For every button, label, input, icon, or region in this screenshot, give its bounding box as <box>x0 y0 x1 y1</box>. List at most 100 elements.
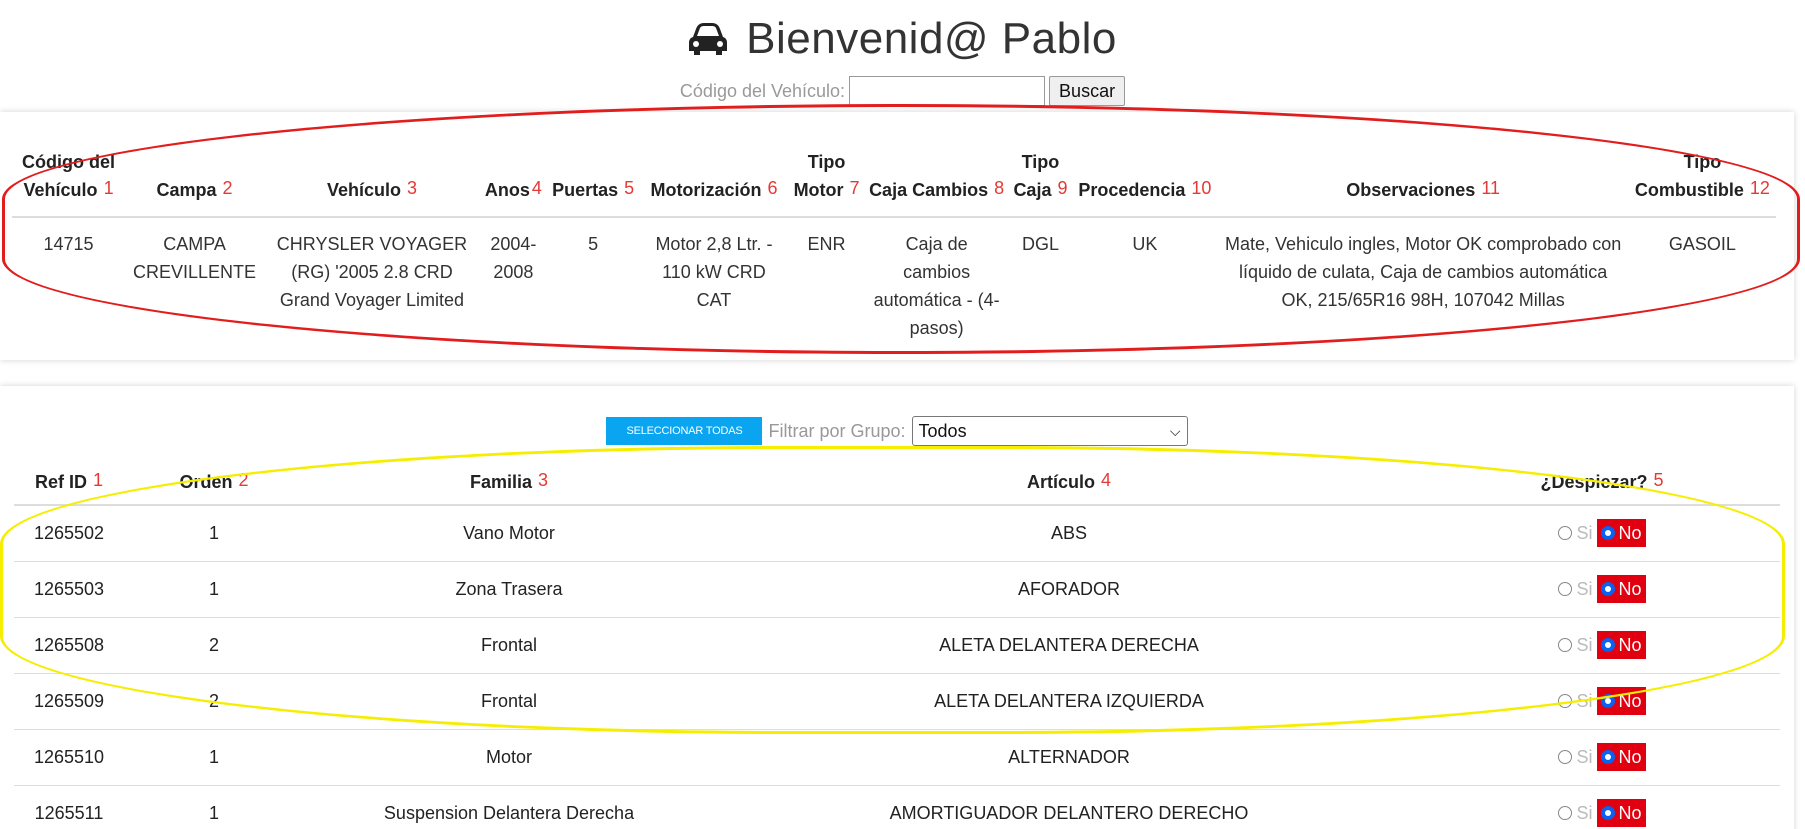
cell-familia: Motor <box>304 729 714 786</box>
cell-despiezar: Si No <box>1424 505 1780 562</box>
cell-orden: 1 <box>124 561 304 618</box>
cell-ref: 1265510 <box>14 729 124 786</box>
radio-no[interactable]: No <box>1596 575 1646 603</box>
cell-ref: 1265503 <box>14 561 124 618</box>
radio-unchecked-icon <box>1558 582 1573 596</box>
cell-despiezar: Si No <box>1424 785 1780 829</box>
radio-si[interactable]: Si <box>1558 691 1593 712</box>
radio-checked-icon <box>1600 694 1615 708</box>
radio-unchecked-icon <box>1558 694 1573 708</box>
chevron-down-icon: ⌵ <box>1169 422 1181 439</box>
radio-checked-icon <box>1600 526 1615 541</box>
col-procedencia: Procedencia 10 <box>1072 142 1218 218</box>
vehicle-code-input[interactable] <box>849 76 1046 106</box>
cell-articulo: ALETA DELANTERA IZQUIERDA <box>714 673 1424 730</box>
select-all-button[interactable]: SELECCIONAR TODAS <box>606 417 763 445</box>
cell-orden: 1 <box>124 505 304 562</box>
col-codigo: Código del Vehículo 1 <box>12 142 126 218</box>
group-filter-select[interactable]: Todos ⌵ <box>911 416 1188 446</box>
page-header: Bienvenid@ Pablo <box>0 14 1805 64</box>
cell-despiezar: Si No <box>1424 729 1780 786</box>
group-filter-value: Todos <box>918 420 967 441</box>
cell-familia: Zona Trasera <box>304 561 714 618</box>
cell-ref: 1265509 <box>14 673 124 730</box>
parts-header-row: Ref ID 1 Orden 2 Familia 3 Artículo 4 ¿Despi… <box>14 454 1780 506</box>
search-label: Código del Vehículo: <box>679 80 846 101</box>
cell-familia: Frontal <box>304 617 714 674</box>
radio-no[interactable]: No <box>1596 687 1646 715</box>
col-despiezar: ¿Despiezar? 5 <box>1424 454 1780 506</box>
cell-orden: 2 <box>124 617 304 674</box>
radio-no[interactable]: No <box>1596 631 1646 659</box>
despiezar-radio-group: Si No <box>1558 799 1646 827</box>
radio-unchecked-icon <box>1558 526 1573 541</box>
cell-ref: 1265511 <box>14 785 124 829</box>
vehicle-table: Código del Vehículo 1 Campa 2 Vehículo 3 An… <box>12 142 1776 354</box>
despiezar-radio-group: Si No <box>1558 631 1646 659</box>
cell-ref: 1265508 <box>14 617 124 674</box>
radio-si[interactable]: Si <box>1558 803 1593 824</box>
col-vehiculo: Vehículo 3 <box>263 142 480 218</box>
cell-motorizacion: Motor 2,8 Ltr. - 110 kW CRD CAT <box>655 234 773 310</box>
radio-checked-icon <box>1600 638 1615 652</box>
radio-checked-icon <box>1600 806 1615 820</box>
col-ref-id: Ref ID 1 <box>14 454 124 506</box>
radio-no[interactable]: No <box>1596 799 1646 827</box>
despiezar-radio-group: Si No <box>1558 743 1646 771</box>
filter-controls: SELECCIONAR TODAS Filtrar por Grupo: Tod… <box>0 416 1794 446</box>
cell-orden: 1 <box>124 785 304 829</box>
radio-si[interactable]: Si <box>1558 523 1593 544</box>
radio-unchecked-icon <box>1558 750 1573 764</box>
cell-codigo: 14715 <box>43 234 94 254</box>
radio-si[interactable]: Si <box>1558 747 1593 768</box>
col-anos: Anos 4 <box>479 142 547 218</box>
vehicle-row: 14715 CAMPA CREVILLENTE CHRYSLER VOYAGER… <box>12 217 1776 354</box>
search-bar: Código del Vehículo: Buscar <box>0 76 1805 106</box>
cell-vehiculo: CHRYSLER VOYAGER (RG) '2005 2.8 CRD Gran… <box>276 234 468 310</box>
cell-familia: Frontal <box>304 673 714 730</box>
cell-orden: 1 <box>124 729 304 786</box>
despiezar-radio-group: Si No <box>1558 519 1646 548</box>
despiezar-radio-group: Si No <box>1558 687 1646 715</box>
cell-articulo: ABS <box>714 505 1424 562</box>
col-articulo: Artículo 4 <box>714 454 1424 506</box>
vehicle-panel: Código del Vehículo 1 Campa 2 Vehículo 3 An… <box>0 112 1794 360</box>
col-campa: Campa 2 <box>125 142 264 218</box>
parts-table: Ref ID 1 Orden 2 Familia 3 Artículo 4 ¿Despi… <box>14 454 1780 829</box>
cell-procedencia: UK <box>1132 234 1158 254</box>
cell-campa: CAMPA CREVILLENTE <box>133 234 257 282</box>
radio-checked-icon <box>1600 582 1615 596</box>
col-tipo-motor: Tipo Motor 7 <box>788 142 865 218</box>
cell-articulo: ALETA DELANTERA DERECHA <box>714 617 1424 674</box>
cell-caja-cambios: Caja de cambios automática - (4-pasos) <box>873 234 1000 338</box>
radio-unchecked-icon <box>1558 638 1573 652</box>
radio-si[interactable]: Si <box>1558 579 1593 600</box>
cell-tipo-caja: DGL <box>1021 234 1059 254</box>
cell-puertas: 5 <box>588 234 599 254</box>
radio-si[interactable]: Si <box>1558 635 1593 656</box>
radio-no[interactable]: No <box>1596 743 1646 771</box>
cell-tipo-motor: ENR <box>807 234 846 254</box>
col-caja-cambios: Caja Cambios 8 <box>864 142 1009 218</box>
col-puertas: Puertas 5 <box>546 142 640 218</box>
cell-despiezar: Si No <box>1424 617 1780 674</box>
radio-no[interactable]: No <box>1596 519 1646 548</box>
cell-anos: 2004-2008 <box>490 234 537 282</box>
table-row: 1265510 1 Motor ALTERNADOR Si No <box>14 729 1780 786</box>
parts-panel: SELECCIONAR TODAS Filtrar por Grupo: Tod… <box>0 386 1794 829</box>
table-row: 1265511 1 Suspension Delantera Derecha A… <box>14 785 1780 829</box>
cell-despiezar: Si No <box>1424 561 1780 618</box>
cell-familia: Vano Motor <box>304 505 714 562</box>
col-tipo-combustible: Tipo Combustible 12 <box>1628 142 1776 218</box>
despiezar-radio-group: Si No <box>1558 575 1646 603</box>
cell-familia: Suspension Delantera Derecha <box>304 785 714 829</box>
radio-unchecked-icon <box>1558 806 1573 820</box>
cell-despiezar: Si No <box>1424 673 1780 730</box>
cell-orden: 2 <box>124 673 304 730</box>
cell-articulo: AFORADOR <box>714 561 1424 618</box>
cell-articulo: ALTERNADOR <box>714 729 1424 786</box>
cell-ref: 1265502 <box>14 505 124 562</box>
search-button[interactable]: Buscar <box>1049 76 1126 106</box>
page-title: Bienvenid@ Pablo <box>746 14 1117 63</box>
col-motorizacion: Motorización 6 <box>639 142 789 218</box>
